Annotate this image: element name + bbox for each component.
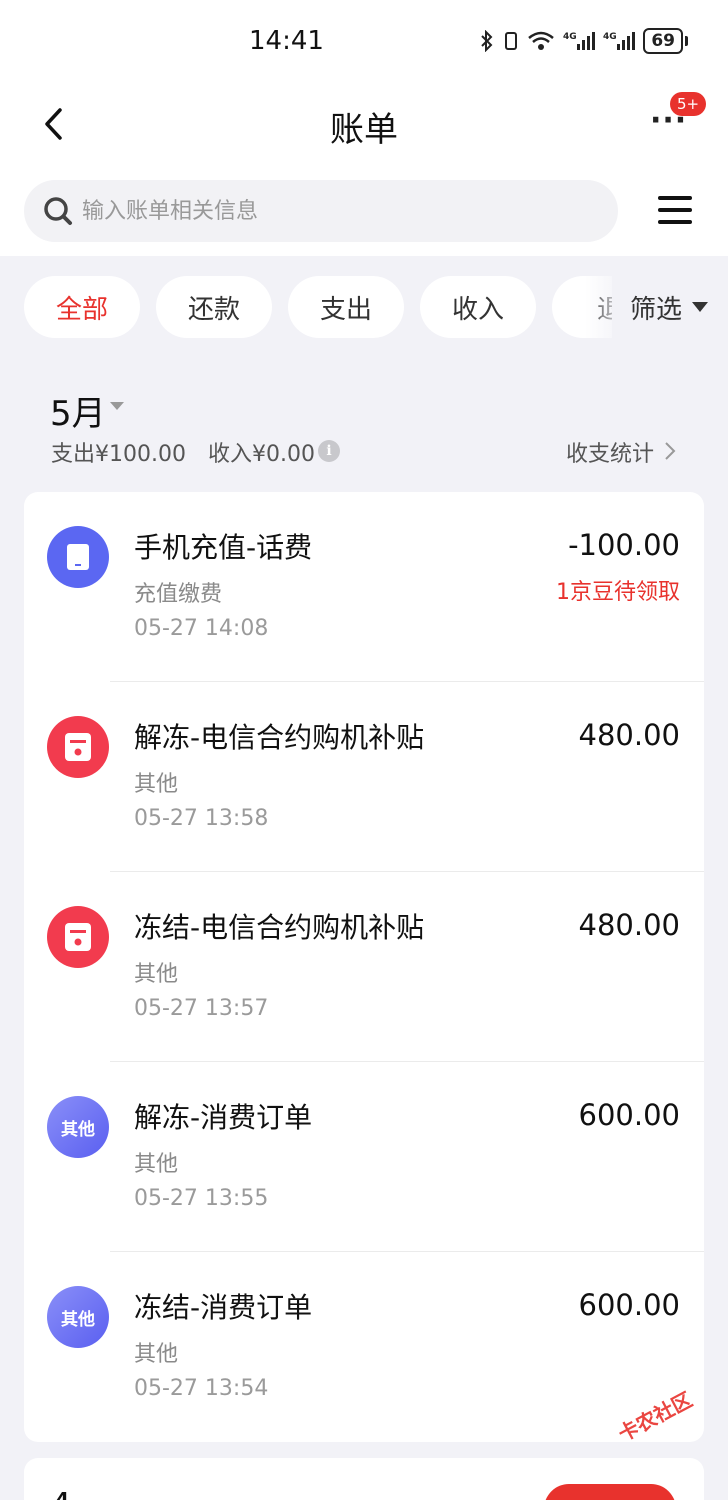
transaction-amount: 600.00 <box>578 1288 680 1322</box>
status-icons: 4G 4G 69 <box>479 28 688 54</box>
transaction-category: 其他 <box>134 962 179 987</box>
svg-text:4G: 4G <box>563 32 577 42</box>
search-row <box>0 176 728 256</box>
more-options-icon[interactable]: ··· <box>650 106 687 136</box>
filter-chip-all[interactable]: 全部 <box>24 276 140 338</box>
svg-text:4G: 4G <box>603 32 617 42</box>
vibrate-icon <box>505 32 518 50</box>
transaction-row[interactable]: 其他 解冻-消费订单 其他 05-27 13:55 600.00 <box>24 1062 704 1252</box>
wifi-icon <box>528 31 555 50</box>
battery-indicator: 69 <box>643 28 683 54</box>
transaction-row[interactable]: 冻结-电信合约购机补贴 其他 05-27 13:57 480.00 <box>24 872 704 1062</box>
filter-chip-expense[interactable]: 支出 <box>288 276 404 338</box>
search-input[interactable] <box>82 180 602 242</box>
battery-tip <box>685 36 688 46</box>
transaction-amount: 600.00 <box>578 1098 680 1132</box>
caret-down-icon <box>110 402 124 410</box>
transaction-row[interactable]: 手机充值-话费 充值缴费 05-27 14:08 -100.00 1京豆待领取 <box>24 492 704 682</box>
transaction-category: 其他 <box>134 1152 179 1177</box>
menu-icon[interactable] <box>658 194 692 226</box>
search-icon <box>44 197 72 225</box>
page-title: 账单 <box>330 110 398 150</box>
phone-icon <box>47 526 109 588</box>
notification-badge: 5+ <box>670 92 707 116</box>
card-icon <box>47 906 109 968</box>
signal-4g-icon: 4G <box>563 32 596 50</box>
transaction-row[interactable]: 解冻-电信合约购机补贴 其他 05-27 13:58 480.00 <box>24 682 704 872</box>
income-total: 收入¥0.00 <box>207 442 315 467</box>
transaction-category: 其他 <box>134 772 179 797</box>
nav-bar: 账单 ··· 5+ <box>0 86 728 176</box>
transaction-title: 手机充值-话费 <box>134 531 313 564</box>
stats-link[interactable]: 收支统计 <box>566 436 654 468</box>
info-icon[interactable]: i <box>318 440 340 462</box>
expense-total: 支出¥100.00 <box>51 442 186 467</box>
transaction-title: 解冻-消费订单 <box>134 1101 313 1134</box>
transaction-title: 冻结-消费订单 <box>134 1291 313 1324</box>
filter-chip-repayment[interactable]: 还款 <box>156 276 272 338</box>
transaction-time: 05-27 13:55 <box>134 1186 269 1211</box>
signal-4g-icon: 4G <box>603 32 636 50</box>
bluetooth-icon <box>481 30 493 52</box>
transaction-amount: 480.00 <box>578 718 680 752</box>
transaction-row[interactable]: 其他 冻结-消费订单 其他 05-27 13:54 600.00 <box>24 1252 704 1442</box>
other-category-icon: 其他 <box>47 1286 109 1348</box>
filter-bar: 全部 还款 支出 收入 退 筛选 <box>0 276 728 340</box>
transaction-time: 05-27 14:08 <box>134 616 269 641</box>
search-bar[interactable] <box>24 180 618 242</box>
filter-dropdown-label: 筛选 <box>630 294 683 325</box>
transaction-amount: -100.00 <box>568 528 680 562</box>
next-month-card: 4 <box>24 1458 704 1500</box>
status-time: 14:41 <box>249 26 324 56</box>
transaction-time: 05-27 13:58 <box>134 806 269 831</box>
transaction-category: 其他 <box>134 1342 179 1367</box>
next-month-action-button[interactable] <box>544 1484 676 1500</box>
caret-down-icon <box>692 302 709 312</box>
jingdou-reward-link[interactable]: 1京豆待领取 <box>556 574 680 606</box>
transaction-time: 05-27 13:54 <box>134 1376 269 1401</box>
transaction-amount: 480.00 <box>578 908 680 942</box>
month-summary: 支出¥100.00 收入¥0.00 <box>51 436 315 468</box>
next-month-label: 4 <box>50 1486 72 1500</box>
status-bar: 14:41 4G 4G 69 <box>0 0 728 86</box>
transaction-title: 解冻-电信合约购机补贴 <box>134 721 425 754</box>
transaction-list: 手机充值-话费 充值缴费 05-27 14:08 -100.00 1京豆待领取 … <box>24 492 704 1442</box>
other-category-icon: 其他 <box>47 1096 109 1158</box>
chevron-right-icon <box>665 442 676 460</box>
card-icon <box>47 716 109 778</box>
filter-dropdown-button[interactable]: 筛选 <box>612 276 728 338</box>
transaction-category: 充值缴费 <box>134 582 223 607</box>
transaction-time: 05-27 13:57 <box>134 996 269 1021</box>
month-selector[interactable]: 5月 <box>50 386 106 435</box>
filter-chip-income[interactable]: 收入 <box>420 276 536 338</box>
transaction-title: 冻结-电信合约购机补贴 <box>134 911 425 944</box>
